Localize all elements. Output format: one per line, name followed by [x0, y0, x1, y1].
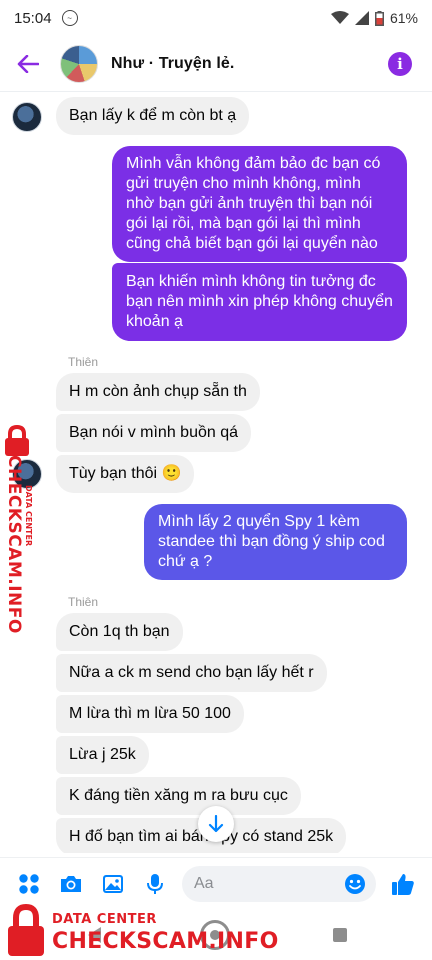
watermark-tagline: DATA CENTER: [52, 912, 157, 927]
nav-recents-icon[interactable]: [333, 928, 347, 942]
message-outgoing[interactable]: Mình lấy 2 quyển Spy 1 kèm standee thì b…: [144, 504, 407, 580]
message-incoming[interactable]: Bạn lấy k để m còn bt ạ: [56, 97, 250, 135]
conversation-header: Như · Truyện lẻ. i: [0, 36, 432, 92]
thumbs-up-icon: [392, 873, 414, 895]
like-button[interactable]: [382, 858, 424, 910]
message-incoming[interactable]: Còn 1q th bạn: [56, 613, 183, 651]
message-incoming[interactable]: Lừa j 25k: [56, 736, 149, 774]
microphone-icon: [147, 873, 163, 894]
message-incoming[interactable]: H m còn ảnh chụp sẵn th: [56, 373, 260, 411]
message-incoming[interactable]: Tùy bạn thôi 🙂: [56, 455, 195, 493]
message-incoming[interactable]: K đáng tiền xăng m ra bưu cục: [56, 777, 301, 815]
watermark-tagline: DATA CENTER: [24, 485, 33, 547]
message-text: H m còn ảnh chụp sẵn th: [69, 383, 247, 400]
info-icon[interactable]: i: [388, 51, 412, 76]
message-outgoing[interactable]: Bạn khiến mình không tin tưởng đc bạn nê…: [112, 263, 407, 341]
emoji-icon[interactable]: [344, 873, 366, 895]
scroll-to-bottom-button[interactable]: [198, 806, 234, 842]
arrow-down-icon: [208, 815, 224, 833]
message-input-placeholder: Aa: [194, 874, 214, 892]
battery-percent: 61%: [389, 10, 418, 26]
status-time: 15:04: [14, 9, 52, 27]
sender-name: Thiên: [68, 595, 99, 609]
messenger-notification-icon: ~: [61, 10, 78, 26]
message-list[interactable]: Bạn lấy k để m còn bt ạ Mình vẫn không đ…: [0, 93, 432, 853]
message-text: Nữa a ck m send cho bạn lấy hết r: [69, 664, 314, 681]
message-text: Bạn nói v mình buồn qá: [69, 424, 239, 441]
signal-icon: [354, 11, 369, 25]
message-text: M lừa thì m lừa 50 100: [69, 705, 231, 722]
padlock-icon: [5, 425, 29, 456]
conversation-title[interactable]: Như · Truyện lẻ.: [111, 55, 234, 73]
image-icon: [103, 874, 123, 893]
wifi-icon: [330, 11, 349, 24]
watermark-bottom: DATA CENTER CHECKSCAM.INFO: [0, 900, 278, 960]
message-text: Còn 1q th bạn: [69, 623, 170, 640]
message-text: Tùy bạn thôi 🙂: [69, 465, 182, 482]
camera-icon: [61, 875, 81, 892]
message-input[interactable]: Aa: [182, 865, 376, 902]
watermark-site: CHECKSCAM.INFO: [52, 929, 279, 954]
watermark-vertical: CHECKSCAM.INFO DATA CENTER: [0, 425, 36, 635]
sender-avatar[interactable]: [12, 102, 42, 132]
battery-icon: [374, 10, 384, 26]
message-text: K đáng tiền xăng m ra bưu cục: [69, 787, 288, 804]
message-text: Mình lấy 2 quyển Spy 1 kèm standee thì b…: [158, 513, 385, 570]
message-text: Bạn khiến mình không tin tưởng đc bạn nê…: [126, 273, 393, 330]
message-text: Mình vẫn không đảm bảo đc bạn có gửi tru…: [126, 155, 381, 252]
sender-name: Thiên: [68, 355, 99, 369]
message-text: Bạn lấy k để m còn bt ạ: [69, 107, 237, 124]
message-incoming[interactable]: M lừa thì m lừa 50 100: [56, 695, 244, 733]
back-arrow-icon: [17, 54, 39, 73]
status-indicators: 61%: [330, 10, 418, 26]
message-incoming[interactable]: Bạn nói v mình buồn qá: [56, 414, 252, 452]
message-text: Lừa j 25k: [69, 746, 136, 763]
contact-avatar[interactable]: [60, 44, 98, 83]
four-dots-icon: [19, 873, 39, 894]
back-button[interactable]: [0, 36, 56, 92]
message-incoming[interactable]: Nữa a ck m send cho bạn lấy hết r: [56, 654, 327, 692]
padlock-icon: [8, 904, 44, 956]
watermark-site: CHECKSCAM.INFO: [4, 455, 24, 634]
status-bar: 15:04 ~ 61%: [0, 0, 432, 36]
message-outgoing[interactable]: Mình vẫn không đảm bảo đc bạn có gửi tru…: [112, 146, 407, 262]
